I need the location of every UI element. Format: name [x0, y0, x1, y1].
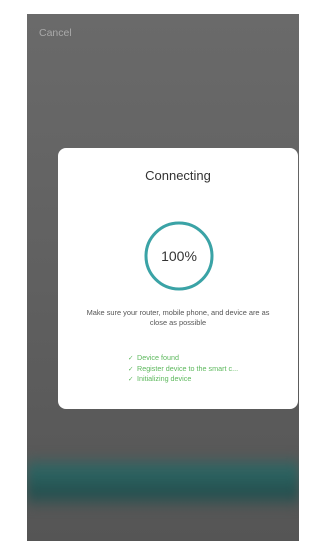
- proximity-hint: Make sure your router, mobile phone, and…: [86, 308, 270, 327]
- step-label: Device found: [137, 353, 179, 362]
- cancel-button[interactable]: Cancel: [39, 27, 72, 39]
- check-icon: ✓: [128, 365, 134, 373]
- check-icon: ✓: [128, 355, 134, 362]
- step-item: ✓ Register device to the smart c...: [128, 364, 288, 375]
- dialog-title: Connecting: [145, 168, 211, 183]
- step-item: ✓ Device found: [128, 353, 288, 364]
- app-screen: Cancel Connecting 100% Make sure your ro…: [27, 14, 299, 541]
- bottom-action-bar: [27, 454, 299, 510]
- check-icon: ✓: [128, 376, 134, 383]
- connection-steps: ✓ Device found ✓ Register device to the sm…: [128, 353, 288, 385]
- connecting-dialog: Connecting 100% Make sure your router, m…: [58, 148, 298, 409]
- step-item: ✓ Initializing device: [128, 374, 288, 385]
- step-label: Register device to the smart c...: [137, 363, 239, 373]
- progress-percentage: 100%: [161, 248, 197, 264]
- step-label: Initializing device: [137, 374, 192, 383]
